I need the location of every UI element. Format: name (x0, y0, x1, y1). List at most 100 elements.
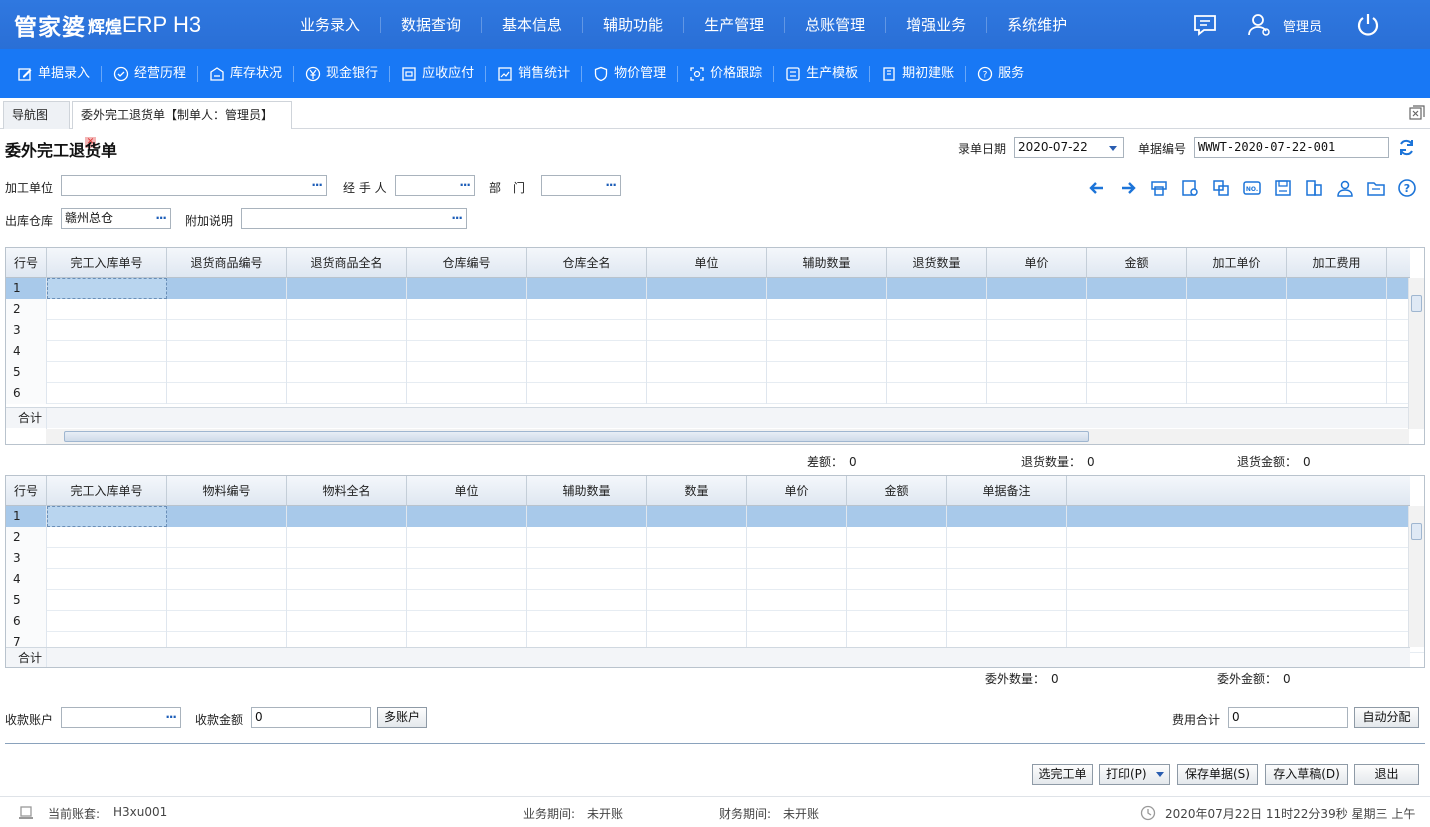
column-header[interactable]: 数量 (647, 476, 747, 506)
table-cell[interactable] (287, 506, 407, 527)
main-menu-item[interactable]: 基本信息 (482, 16, 584, 33)
table-cell[interactable] (1067, 527, 1424, 548)
table-cell[interactable] (287, 362, 407, 383)
table-cell[interactable] (287, 383, 407, 404)
docno-field[interactable]: WWWT-2020-07-22-001 (1194, 137, 1389, 158)
column-header[interactable]: 加工费用 (1287, 248, 1387, 278)
main-menu-item[interactable]: 数据查询 (381, 16, 483, 33)
table-cell[interactable] (747, 569, 847, 590)
table-cell[interactable] (847, 611, 947, 632)
table-row[interactable]: 6 (6, 383, 1410, 404)
table-cell[interactable] (167, 590, 287, 611)
table-cell[interactable] (767, 320, 887, 341)
table-cell[interactable] (47, 506, 167, 527)
table-cell[interactable] (847, 548, 947, 569)
multi-account-button[interactable]: 多账户 (377, 707, 427, 728)
table-cell[interactable] (647, 569, 747, 590)
table-cell[interactable] (407, 611, 527, 632)
save-button[interactable]: 保存单据(S) (1177, 764, 1258, 785)
table-cell[interactable] (647, 362, 767, 383)
table-cell[interactable] (1087, 320, 1187, 341)
table-cell[interactable] (1387, 278, 1410, 299)
table-cell[interactable] (1387, 320, 1410, 341)
column-header[interactable]: 单价 (987, 248, 1087, 278)
table-cell[interactable] (47, 299, 167, 320)
dept-field[interactable]: ··· (541, 175, 621, 196)
table-cell[interactable] (407, 320, 527, 341)
table-cell[interactable] (647, 527, 747, 548)
table-cell[interactable] (47, 341, 167, 362)
table-cell[interactable] (527, 611, 647, 632)
print-icon[interactable] (1149, 178, 1169, 198)
table-cell[interactable] (947, 506, 1067, 527)
table-cell[interactable] (1067, 590, 1424, 611)
table-cell[interactable] (47, 548, 167, 569)
column-header[interactable]: 仓库全名 (527, 248, 647, 278)
table-cell[interactable] (527, 362, 647, 383)
ellipsis-icon[interactable]: ··· (451, 209, 463, 228)
amount-field[interactable]: 0 (251, 707, 371, 728)
table-cell[interactable] (887, 299, 987, 320)
table-cell[interactable] (847, 590, 947, 611)
user-name[interactable]: 管理员 (1283, 16, 1322, 35)
table-cell[interactable] (47, 383, 167, 404)
table-cell[interactable] (647, 299, 767, 320)
column-header[interactable]: 完工入库单号 (47, 476, 167, 506)
scrollbar-thumb[interactable] (1411, 295, 1422, 312)
main-menu-item[interactable]: 总账管理 (785, 16, 887, 33)
table-cell[interactable] (407, 383, 527, 404)
table-cell[interactable] (167, 548, 287, 569)
table-cell[interactable] (407, 341, 527, 362)
quick-item-cash[interactable]: 现金银行 (294, 65, 391, 82)
table-cell[interactable] (767, 299, 887, 320)
table-cell[interactable] (167, 506, 287, 527)
table-cell[interactable] (527, 278, 647, 299)
table-row[interactable]: 4 (6, 569, 1424, 590)
warehouse-field[interactable]: 赣州总仓 ··· (61, 208, 171, 229)
table-cell[interactable] (1287, 383, 1387, 404)
main-menu-item[interactable]: 系统维护 (987, 17, 1087, 33)
close-all-tabs-icon[interactable] (1408, 104, 1426, 122)
column-header[interactable]: 辅助数量 (527, 476, 647, 506)
column-header[interactable]: 辅助数量 (767, 248, 887, 278)
table-cell[interactable] (1087, 341, 1187, 362)
column-header[interactable]: 完工入库单号 (47, 248, 167, 278)
table-cell[interactable] (1087, 278, 1187, 299)
table-cell[interactable] (1067, 548, 1424, 569)
table-cell[interactable] (747, 548, 847, 569)
table-cell[interactable] (287, 527, 407, 548)
table-cell[interactable] (887, 362, 987, 383)
main-menu-item[interactable]: 辅助功能 (583, 16, 685, 33)
quick-item-price-track[interactable]: 价格跟踪 (678, 65, 775, 82)
table-cell[interactable] (47, 320, 167, 341)
column-header[interactable]: 仓库编号 (407, 248, 527, 278)
message-icon[interactable] (1192, 12, 1218, 38)
table-cell[interactable] (527, 506, 647, 527)
table-cell[interactable] (527, 590, 647, 611)
table-cell[interactable] (407, 299, 527, 320)
table-cell[interactable] (947, 611, 1067, 632)
table-cell[interactable] (47, 611, 167, 632)
table-cell[interactable] (987, 341, 1087, 362)
tab-document[interactable]: 委外完工退货单【制单人：管理员】✕ (72, 101, 292, 148)
table-cell[interactable] (1387, 341, 1410, 362)
table-cell[interactable] (987, 320, 1087, 341)
person-icon[interactable] (1335, 178, 1355, 198)
table-row[interactable]: 6 (6, 611, 1424, 632)
main-menu-item[interactable]: 生产管理 (684, 16, 786, 33)
folder-icon[interactable] (1366, 178, 1386, 198)
table-cell[interactable] (887, 320, 987, 341)
table-cell[interactable] (287, 320, 407, 341)
user-icon[interactable] (1246, 12, 1272, 38)
table-cell[interactable] (407, 548, 527, 569)
table-cell[interactable] (847, 506, 947, 527)
table-cell[interactable] (167, 611, 287, 632)
arrow-right-icon[interactable] (1118, 178, 1138, 198)
table-cell[interactable] (1187, 383, 1287, 404)
date-select[interactable]: 2020-07-22 (1014, 137, 1124, 158)
table-row[interactable]: 3 (6, 548, 1424, 569)
table-cell[interactable] (987, 278, 1087, 299)
table-cell[interactable] (1087, 383, 1187, 404)
table-cell[interactable] (1187, 278, 1287, 299)
table-cell[interactable] (167, 341, 287, 362)
